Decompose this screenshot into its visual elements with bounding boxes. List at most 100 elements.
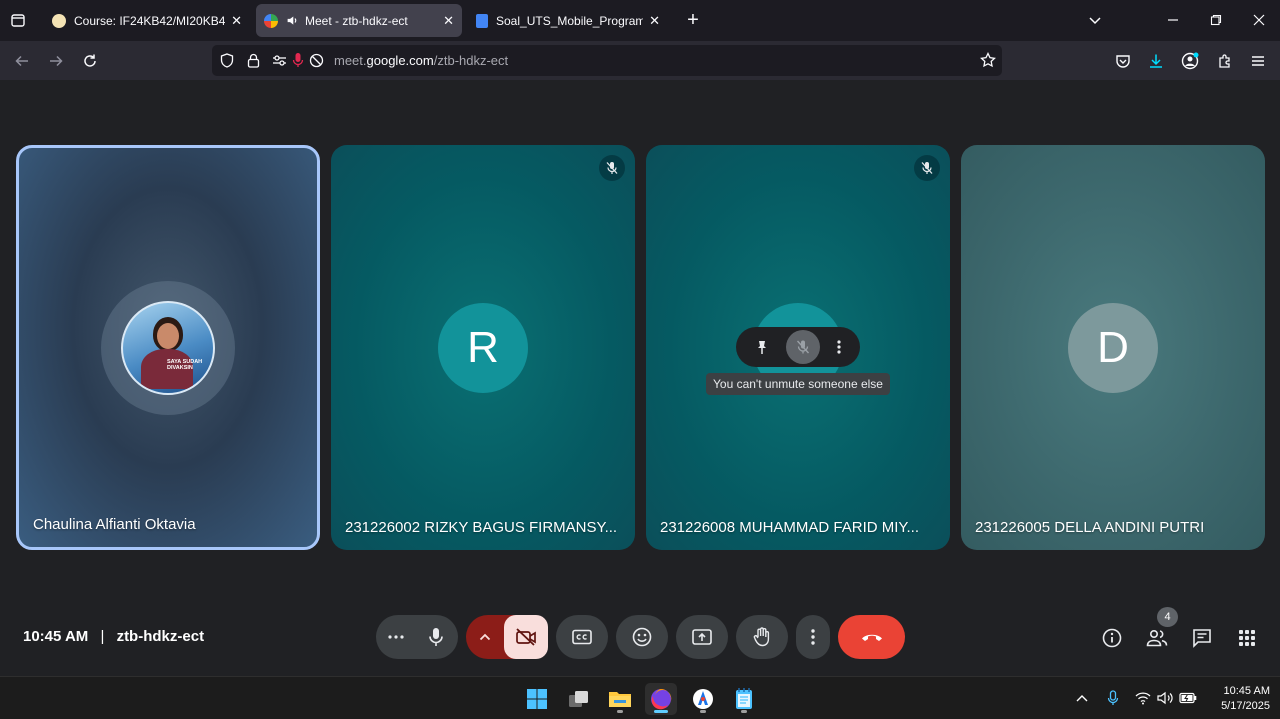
audio-control-group: [376, 615, 458, 659]
course-favicon-icon: [52, 13, 66, 28]
forward-icon[interactable]: [44, 49, 68, 73]
tile-hover-toolbar: [736, 327, 860, 367]
participant-tile[interactable]: D 231226005 DELLA ANDINI PUTRI: [961, 145, 1265, 550]
menu-icon[interactable]: [1246, 49, 1270, 73]
tab-title: Course: IF24KB42/MI20KB42 PE: [74, 13, 226, 28]
back-icon[interactable]: [10, 49, 34, 73]
close-tab-icon[interactable]: ✕: [231, 13, 242, 29]
participant-name: 231226008 MUHAMMAD FARID MIY...: [660, 519, 919, 536]
meeting-code: ztb-hdkz-ect: [116, 628, 205, 645]
meeting-info: 10:45 AM | ztb-hdkz-ect: [23, 628, 204, 645]
camera-blocked-icon[interactable]: [309, 53, 324, 73]
chat-icon[interactable]: [1189, 625, 1215, 651]
raise-hand-button[interactable]: [736, 615, 788, 659]
microphone-tray-icon[interactable]: [1104, 689, 1122, 707]
more-options-icon[interactable]: [836, 339, 842, 355]
url-text[interactable]: meet.google.com/ztb-hdkz-ect: [334, 53, 508, 68]
running-indicator: [617, 710, 623, 713]
activities-icon[interactable]: [1234, 625, 1260, 651]
task-view-icon[interactable]: [563, 683, 595, 715]
close-tab-icon[interactable]: ✕: [443, 13, 454, 29]
avatar-initial: R: [438, 303, 528, 393]
firefox-icon[interactable]: [645, 683, 677, 715]
muted-mic-icon: [599, 155, 625, 181]
show-hidden-icons[interactable]: [1073, 689, 1091, 707]
extensions-icon[interactable]: [1213, 49, 1237, 73]
participant-count-badge: 4: [1157, 607, 1178, 627]
emoji-reaction-button[interactable]: [616, 615, 668, 659]
tab-title: Soal_UTS_Mobile_Programming: [496, 13, 644, 28]
pin-icon[interactable]: [754, 339, 770, 355]
people-icon[interactable]: [1144, 625, 1170, 651]
clock-time: 10:45 AM: [1223, 685, 1270, 697]
running-indicator: [741, 710, 747, 713]
more-options-button[interactable]: [796, 615, 830, 659]
windows-start-icon[interactable]: [521, 683, 553, 715]
video-options-button[interactable]: [466, 633, 504, 641]
file-explorer-icon[interactable]: [604, 683, 636, 715]
close-tab-icon[interactable]: ✕: [649, 13, 660, 29]
notepad-icon[interactable]: [728, 683, 760, 715]
participant-name: Chaulina Alfianti Oktavia: [33, 516, 196, 533]
downloads-icon[interactable]: [1144, 49, 1168, 73]
chevron-down-icon[interactable]: [1083, 8, 1107, 32]
audio-options-button[interactable]: [388, 635, 404, 639]
avatar-initial: D: [1068, 303, 1158, 393]
url-host: google.com: [366, 53, 434, 68]
meet-favicon-icon: [264, 13, 278, 28]
volume-icon[interactable]: [1156, 689, 1174, 707]
tab-list-icon[interactable]: [6, 8, 30, 32]
tooltip: You can't unmute someone else: [706, 373, 890, 395]
docs-favicon-icon: [476, 13, 488, 28]
speaker-icon[interactable]: [286, 14, 299, 27]
wifi-icon[interactable]: [1134, 689, 1152, 707]
participant-name: 231226002 RIZKY BAGUS FIRMANSY...: [345, 519, 618, 536]
participant-tile[interactable]: M You can't unmute someone else 23122600…: [646, 145, 950, 550]
active-indicator: [654, 710, 668, 713]
app-compass-icon[interactable]: [687, 683, 719, 715]
tab-meet[interactable]: Meet - ztb-hdkz-ect ✕: [256, 4, 462, 37]
microphone-in-use-icon[interactable]: [292, 52, 304, 74]
tab-course[interactable]: Course: IF24KB42/MI20KB42 PE ✕: [44, 4, 250, 37]
leave-call-button[interactable]: [838, 615, 905, 659]
tab-soal[interactable]: Soal_UTS_Mobile_Programming ✕: [468, 4, 668, 37]
mute-participant-button[interactable]: [786, 330, 820, 364]
muted-mic-icon: [914, 155, 940, 181]
lock-icon[interactable]: [247, 53, 260, 73]
url-path: /ztb-hdkz-ect: [433, 53, 509, 68]
tab-title: Meet - ztb-hdkz-ect: [305, 13, 408, 28]
url-prefix: meet.: [334, 53, 367, 68]
participant-name: 231226005 DELLA ANDINI PUTRI: [975, 519, 1205, 536]
pocket-icon[interactable]: [1111, 49, 1135, 73]
permissions-icon[interactable]: [272, 53, 287, 73]
browser-tab-strip: Course: IF24KB42/MI20KB42 PE ✕ Meet - zt…: [0, 0, 1280, 41]
reload-icon[interactable]: [78, 49, 102, 73]
captions-button[interactable]: [556, 615, 608, 659]
meet-stage: SAYA SUDAH DIVAKSIN Chaulina Alfianti Ok…: [0, 80, 1280, 676]
account-icon[interactable]: [1178, 49, 1202, 73]
microphone-button[interactable]: [428, 627, 444, 647]
shield-icon[interactable]: [220, 53, 234, 73]
browser-nav-bar: meet.google.com/ztb-hdkz-ect: [0, 41, 1280, 80]
new-tab-icon[interactable]: +: [681, 8, 705, 32]
running-indicator: [700, 710, 706, 713]
bookmark-star-icon[interactable]: [980, 51, 996, 73]
system-clock[interactable]: 10:45 AM 5/17/2025: [1221, 684, 1270, 714]
windows-taskbar: 10:45 AM 5/17/2025: [0, 676, 1280, 719]
url-bar[interactable]: meet.google.com/ztb-hdkz-ect: [212, 45, 1002, 76]
video-control-group: [466, 615, 548, 659]
battery-icon[interactable]: [1179, 689, 1197, 707]
participant-tile[interactable]: R 231226002 RIZKY BAGUS FIRMANSY...: [331, 145, 635, 550]
camera-off-button[interactable]: [504, 615, 548, 659]
meeting-time: 10:45 AM: [23, 628, 89, 645]
clock-date: 5/17/2025: [1221, 700, 1270, 712]
participant-tile[interactable]: SAYA SUDAH DIVAKSIN Chaulina Alfianti Ok…: [16, 145, 320, 550]
close-window-icon[interactable]: [1247, 8, 1271, 32]
photo-caption: SAYA SUDAH DIVAKSIN: [167, 359, 203, 371]
meeting-details-icon[interactable]: [1099, 625, 1125, 651]
avatar-photo: SAYA SUDAH DIVAKSIN: [121, 301, 215, 395]
minimize-icon[interactable]: [1161, 8, 1185, 32]
restore-icon[interactable]: [1204, 8, 1228, 32]
separator: |: [100, 628, 105, 645]
present-screen-button[interactable]: [676, 615, 728, 659]
